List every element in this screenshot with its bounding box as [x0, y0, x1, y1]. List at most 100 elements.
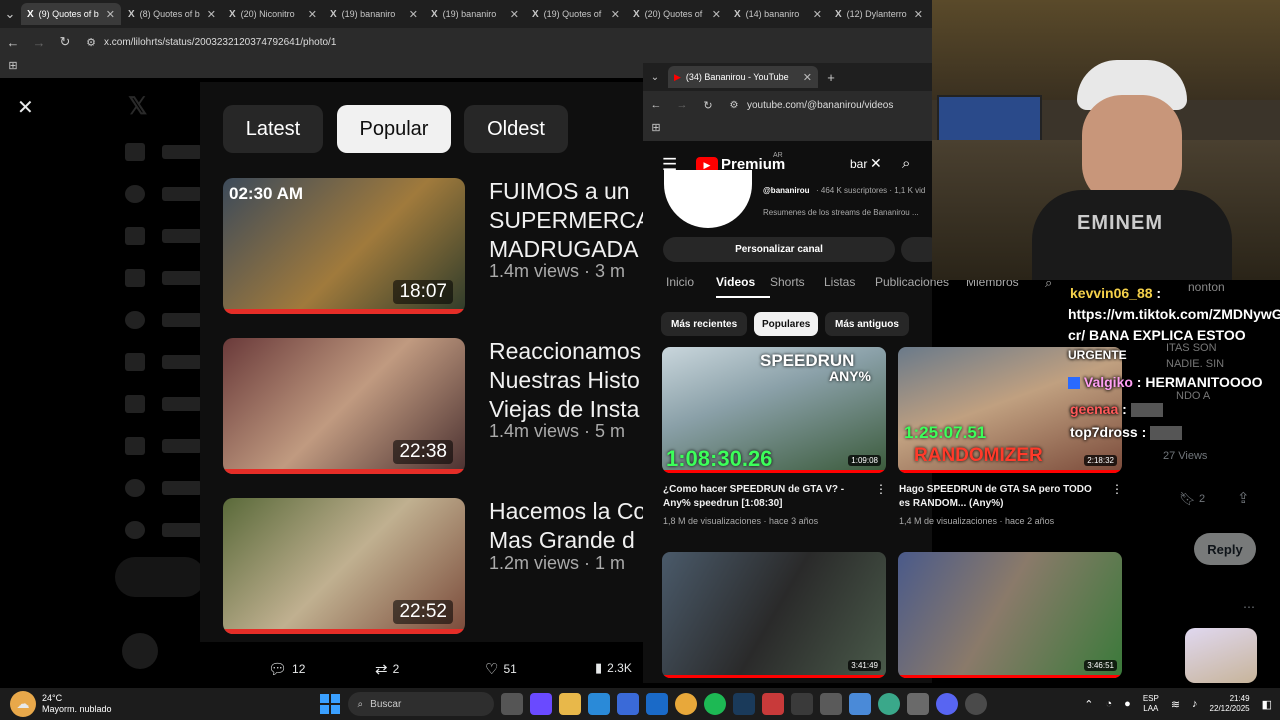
app-icon[interactable]	[791, 693, 814, 715]
bookmark-icon[interactable]: 🔖︎	[1179, 491, 1196, 507]
app-icon[interactable]	[849, 693, 872, 715]
search-input[interactable]: bar	[850, 157, 867, 171]
channel-description: Resumenes de los streams de Bananirou ..…	[763, 208, 919, 217]
reload-icon[interactable]: ↻	[52, 34, 78, 50]
copilot-icon[interactable]	[530, 693, 553, 715]
youtube-video-title[interactable]: Hago SPEEDRUN de GTA SA pero TODO es RAN…	[899, 483, 1099, 511]
youtube-video-thumbnail[interactable]: 3:41:49	[662, 552, 886, 678]
like-action[interactable]: ♡ 51	[485, 660, 517, 678]
youtube-video-title[interactable]: ¿Como hacer SPEEDRUN de GTA V? - Any% sp…	[663, 483, 863, 511]
reply-button[interactable]: Reply	[1194, 533, 1256, 565]
tab-inicio[interactable]: Inicio	[666, 275, 716, 298]
filter-chip-latest: Latest	[223, 105, 323, 153]
notification-icon[interactable]: ◧	[1262, 698, 1272, 711]
tab-close-icon[interactable]: ✕	[712, 8, 721, 21]
views-count: 27 Views	[1163, 450, 1208, 462]
mic-icon[interactable]: ●	[1124, 698, 1131, 710]
views-action[interactable]: ▮ 2.3K	[595, 660, 632, 676]
tab-close-icon[interactable]: ✕	[308, 8, 317, 21]
youtube-url[interactable]: youtube.com/@bananirou/videos	[747, 100, 893, 111]
sort-chip-popular[interactable]: Populares	[754, 312, 819, 336]
tab-close-icon[interactable]: ✕	[106, 8, 115, 21]
forward-arrow-icon[interactable]: →	[669, 99, 695, 111]
site-info-icon[interactable]: ⚙	[721, 100, 747, 111]
share-icon[interactable]: ⇪	[1237, 489, 1250, 507]
language-indicator[interactable]: ESP LAA	[1143, 694, 1159, 714]
chevron-up-icon[interactable]: ⌃	[1084, 698, 1093, 711]
volume-icon[interactable]: ♪	[1192, 698, 1198, 710]
browser-tab[interactable]: X (12) Dylanterro ✕	[829, 3, 929, 25]
chat-message-text: https://vm.tiktok.com/ZMDNywG	[1068, 306, 1280, 322]
tab-listas[interactable]: Listas	[824, 275, 875, 298]
steam-icon[interactable]	[733, 693, 756, 715]
tab-close-icon[interactable]: ✕	[611, 8, 620, 21]
wifi-icon[interactable]: ≋	[1171, 698, 1180, 711]
new-tab-icon[interactable]: +	[818, 70, 844, 85]
youtube-video-thumbnail[interactable]: SPEEDRUN ANY% 1:08:30.26 1:09:08	[662, 347, 886, 473]
tab-close-icon[interactable]: ✕	[409, 8, 418, 21]
youtube-tab[interactable]: ▶ (34) Bananirou - YouTube ✕	[668, 66, 818, 88]
chevron-down-icon[interactable]: ⌄	[643, 72, 667, 83]
weather-icon[interactable]: ☁	[10, 691, 36, 717]
tab-shorts[interactable]: Shorts	[770, 275, 824, 298]
settings-icon[interactable]	[907, 693, 930, 715]
apps-grid-icon[interactable]: ⊞	[0, 59, 26, 72]
more-options-icon[interactable]: ⋮	[1111, 482, 1123, 496]
tab-videos[interactable]: Videos	[716, 275, 770, 298]
reload-icon[interactable]: ↻	[695, 99, 721, 112]
browser-tab[interactable]: X (19) bananiro ✕	[324, 3, 424, 25]
more-options-icon[interactable]: ⋮	[875, 482, 887, 496]
app-icon[interactable]	[820, 693, 843, 715]
tab-close-icon[interactable]: ✕	[803, 71, 812, 84]
outlook-icon[interactable]	[646, 693, 669, 715]
browser-tab[interactable]: X (20) Quotes of ✕	[627, 3, 727, 25]
back-arrow-icon[interactable]: ←	[0, 35, 26, 50]
browser-tab[interactable]: X (20) Niconitro ✕	[223, 3, 323, 25]
repost-action[interactable]: ⇄ 2	[375, 660, 399, 678]
reply-action[interactable]: 💬︎ 12	[268, 660, 305, 678]
tab-close-icon[interactable]: ✕	[813, 8, 822, 21]
apps-grid-icon[interactable]: ⊞	[643, 121, 669, 134]
file-explorer-icon[interactable]	[559, 693, 582, 715]
chrome-icon[interactable]	[675, 693, 698, 715]
discord-icon[interactable]	[936, 693, 959, 715]
chat-username: kevvin06_88	[1070, 285, 1153, 301]
thumbnail-overlay-text: 1:25:07.51	[904, 423, 987, 442]
browser-tab[interactable]: X (19) bananiro ✕	[425, 3, 525, 25]
sort-chip-oldest[interactable]: Más antiguos	[825, 312, 909, 336]
app-icon[interactable]	[878, 693, 901, 715]
site-info-icon[interactable]: ⚙	[78, 36, 104, 49]
tab-close-icon[interactable]: ✕	[207, 8, 216, 21]
search-icon[interactable]: ⌕	[902, 155, 910, 172]
browser-tab[interactable]: X (14) bananiro ✕	[728, 3, 828, 25]
chat-message: geenaa :	[1070, 401, 1163, 418]
browser-tab[interactable]: X (9) Quotes of b ✕	[21, 3, 121, 25]
browser-tab[interactable]: X (8) Quotes of b ✕	[122, 3, 222, 25]
taskbar-search[interactable]: ⌕ Buscar	[347, 692, 494, 716]
forward-arrow-icon[interactable]: →	[26, 35, 52, 50]
tab-close-icon[interactable]: ✕	[914, 8, 923, 21]
network-icon[interactable]: ◔	[1106, 698, 1113, 710]
obs-icon[interactable]	[965, 693, 988, 715]
edge-icon[interactable]	[588, 693, 611, 715]
close-icon[interactable]: ✕	[17, 95, 34, 120]
sort-chip-recent[interactable]: Más recientes	[661, 312, 748, 336]
more-options-icon[interactable]: ⋯	[1243, 600, 1255, 614]
spotify-icon[interactable]	[704, 693, 727, 715]
app-icon[interactable]	[762, 693, 785, 715]
youtube-video-thumbnail[interactable]: 3:46:51	[898, 552, 1122, 678]
store-icon[interactable]	[617, 693, 640, 715]
task-view-icon[interactable]	[501, 693, 524, 715]
url-text[interactable]: x.com/lilohrts/status/200323212037479264…	[104, 37, 336, 48]
clear-search-icon[interactable]: ✕	[870, 155, 882, 172]
customize-channel-button[interactable]: Personalizar canal	[663, 237, 895, 262]
video-duration: 2:18:32	[1084, 455, 1117, 466]
windows-start-icon[interactable]	[319, 694, 340, 714]
tab-search-chevron-icon[interactable]: ⌄	[0, 6, 20, 22]
clock[interactable]: 21:49 22/12/2025	[1210, 694, 1250, 714]
browser-tab[interactable]: X (19) Quotes of ✕	[526, 3, 626, 25]
back-arrow-icon[interactable]: ←	[643, 99, 669, 111]
tab-close-icon[interactable]: ✕	[510, 8, 519, 21]
video-duration: 22:38	[393, 440, 453, 464]
weather-widget[interactable]: 24°C Mayorm. nublado	[42, 693, 112, 715]
